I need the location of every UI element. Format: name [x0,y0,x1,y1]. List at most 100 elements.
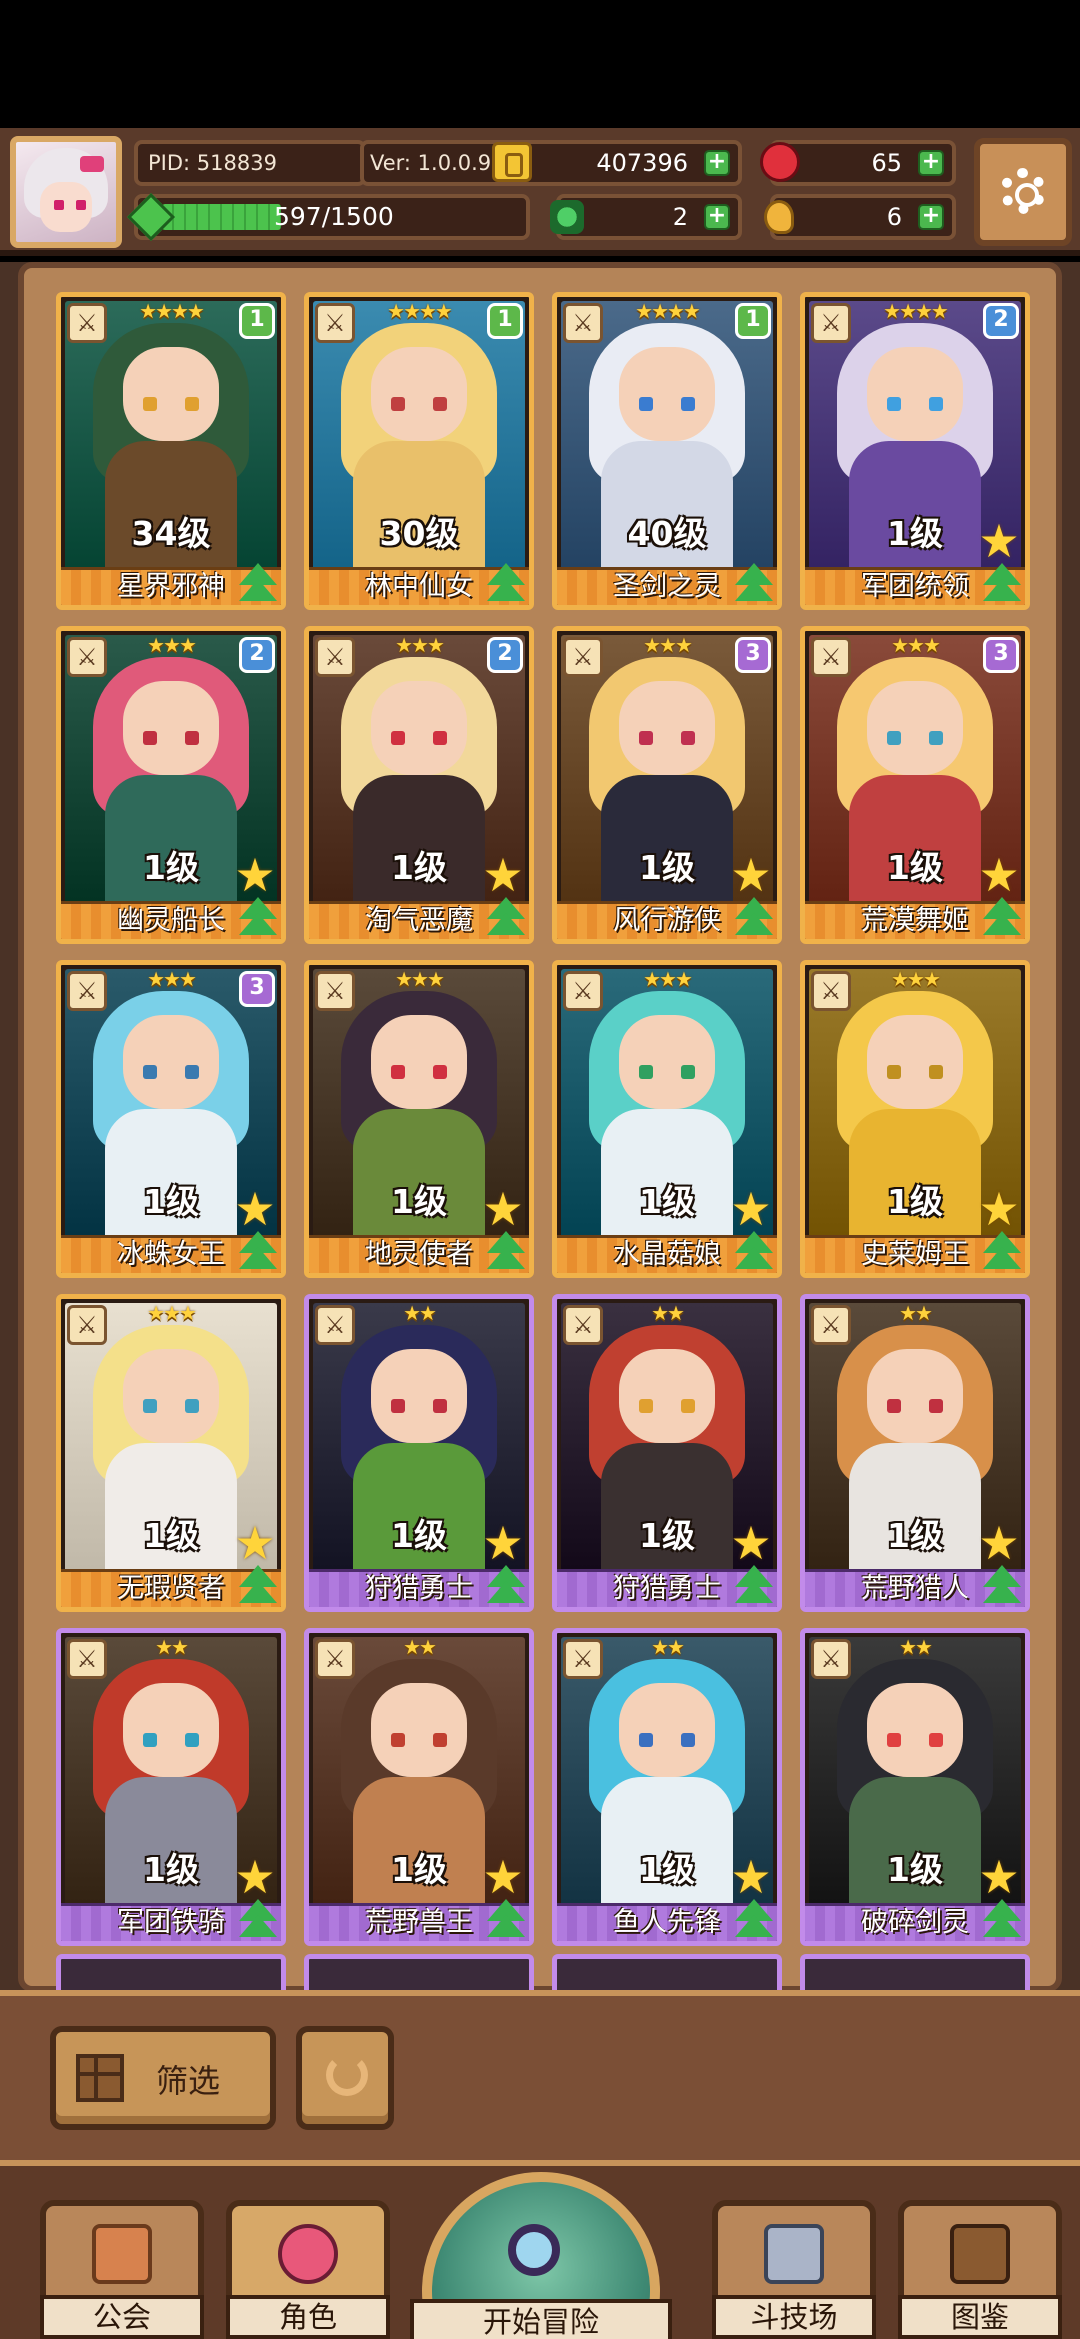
clover-icon [550,200,584,234]
rarity-stars: ★★★ [147,1301,197,1325]
character-card[interactable]: ⚔ ★★ 1级 ★ 破碎剑灵 [800,1628,1030,1946]
star-upgrade-icon: ★ [978,1516,1020,1570]
level-up-arrow-icon [485,1565,527,1605]
star-upgrade-icon: ★ [730,1182,772,1236]
character-card[interactable]: ⚔ ★★★★ 1 30级 林中仙女 [304,292,534,610]
nav-character[interactable]: 角色 [226,2200,390,2339]
rank-badge: 3 [735,637,771,673]
rarity-stars: ★★★★ [883,299,949,323]
star-upgrade-icon: ★ [730,1850,772,1904]
class-type-icon: ⚔ [67,637,107,677]
rarity-stars: ★★ [403,1635,437,1659]
class-type-icon: ⚔ [67,1639,107,1679]
level-up-arrow-icon [981,563,1023,603]
rarity-stars: ★★ [155,1635,189,1659]
nav-codex[interactable]: 图鉴 [898,2200,1062,2339]
add-clover-button[interactable]: + [704,204,730,230]
star-upgrade-icon: ★ [978,1182,1020,1236]
character-card[interactable]: ⚔ ★★★ 1级 ★ 地灵使者 [304,960,534,1278]
player-id: PID: 518839 [134,140,366,186]
class-type-icon: ⚔ [811,303,851,343]
rarity-stars: ★★★★ [387,299,453,323]
character-card[interactable]: ⚔ ★★★★ 2 1级 ★ 军团统领 [800,292,1030,610]
rank-badge: 2 [487,637,523,673]
nav-adventure-label: 开始冒险 [410,2299,672,2339]
class-type-icon: ⚔ [315,1639,355,1679]
character-level: 30级 [379,514,459,553]
rarity-stars: ★★ [899,1301,933,1325]
star-upgrade-icon: ★ [234,848,276,902]
level-up-arrow-icon [485,897,527,937]
star-upgrade-icon: ★ [978,514,1020,568]
character-card[interactable]: ⚔ ★★ 1级 ★ 狩猎勇士 [552,1294,782,1612]
rank-badge: 2 [983,303,1019,339]
add-food-button[interactable]: + [918,204,944,230]
top-header: PID: 518839 Ver: 1.0.0.9 407396 + 65 + 5… [0,128,1080,256]
class-type-icon: ⚔ [563,637,603,677]
nav-arena-label: 斗技场 [712,2295,876,2339]
class-type-icon: ⚔ [315,303,355,343]
rarity-stars: ★★ [899,1635,933,1659]
class-type-icon: ⚔ [315,971,355,1011]
star-upgrade-icon: ★ [234,1182,276,1236]
star-upgrade-icon: ★ [482,1850,524,1904]
character-card[interactable]: ⚔ ★★★ 3 1级 ★ 冰蛛女王 [56,960,286,1278]
star-upgrade-icon: ★ [730,1516,772,1570]
character-card[interactable]: ⚔ ★★★ 1级 ★ 史莱姆王 [800,960,1030,1278]
character-card[interactable]: ⚔ ★★★ 1级 ★ 水晶菇娘 [552,960,782,1278]
level-up-arrow-icon [981,1899,1023,1939]
character-grid-frame[interactable]: ⚔ ★★★★ 1 34级 星界邪神 ⚔ ★★★★ 1 30级 林中仙女 ⚔ ★★★★ 1 40级 圣剑之灵 ⚔… [18,262,1062,1992]
nav-start-adventure[interactable]: 开始冒险 [410,2166,672,2339]
nav-guild[interactable]: 公会 [40,2200,204,2339]
class-type-icon: ⚔ [67,303,107,343]
food-counter: 6 + [764,194,956,240]
rarity-stars: ★★★★ [635,299,701,323]
level-up-arrow-icon [733,1231,775,1271]
crossed-swords-icon [764,2224,824,2284]
level-up-arrow-icon [733,897,775,937]
character-card[interactable]: ⚔ ★★ 1级 ★ 狩猎勇士 [304,1294,534,1612]
filter-bar: 筛选 [0,1990,1080,2160]
star-upgrade-icon: ★ [482,848,524,902]
character-card[interactable]: ⚔ ★★ 1级 ★ 军团铁骑 [56,1628,286,1946]
class-type-icon: ⚔ [811,1305,851,1345]
character-card[interactable]: ⚔ ★★★ 1级 ★ 无瑕贤者 [56,1294,286,1612]
star-upgrade-icon: ★ [234,1850,276,1904]
xp-bar: 597/1500 [134,194,530,240]
class-type-icon: ⚔ [563,1639,603,1679]
character-card[interactable]: ⚔ ★★★ 2 1级 ★ 幽灵船长 [56,626,286,944]
nav-guild-label: 公会 [40,2295,204,2339]
filter-button[interactable]: 筛选 [50,2026,276,2130]
player-avatar[interactable] [10,136,122,248]
character-card[interactable]: ⚔ ★★ 1级 ★ 荒野兽王 [304,1628,534,1946]
star-upgrade-icon: ★ [482,1516,524,1570]
rarity-stars: ★★★ [643,967,693,991]
rank-badge: 2 [239,637,275,673]
character-card[interactable]: ⚔ ★★ 1级 ★ 荒野猎人 [800,1294,1030,1612]
class-type-icon: ⚔ [67,971,107,1011]
star-upgrade-icon: ★ [234,1516,276,1570]
character-card[interactable]: ⚔ ★★★ 3 1级 ★ 风行游侠 [552,626,782,944]
character-card[interactable]: ⚔ ★★★ 2 1级 ★ 淘气恶魔 [304,626,534,944]
star-upgrade-icon: ★ [978,1850,1020,1904]
rank-badge: 1 [735,303,771,339]
refresh-button[interactable] [296,2026,394,2130]
character-card[interactable]: ⚔ ★★★ 3 1级 ★ 荒漠舞姬 [800,626,1030,944]
character-card[interactable]: ⚔ ★★ 1级 ★ 鱼人先锋 [552,1628,782,1946]
gold-counter: 407396 + [492,140,742,186]
character-panel: ⚔ ★★★★ 1 34级 星界邪神 ⚔ ★★★★ 1 30级 林中仙女 ⚔ ★★★★ 1 40级 圣剑之灵 ⚔… [0,262,1080,1992]
level-up-arrow-icon [237,1565,279,1605]
level-up-arrow-icon [485,1231,527,1271]
level-up-arrow-icon [981,897,1023,937]
add-gem-button[interactable]: + [918,150,944,176]
settings-button[interactable] [974,138,1072,246]
nav-codex-label: 图鉴 [898,2295,1062,2339]
add-gold-button[interactable]: + [704,150,730,176]
level-up-arrow-icon [237,563,279,603]
nav-character-label: 角色 [226,2295,390,2339]
nav-arena[interactable]: 斗技场 [712,2200,876,2339]
character-card[interactable]: ⚔ ★★★★ 1 40级 圣剑之灵 [552,292,782,610]
rarity-stars: ★★ [403,1301,437,1325]
character-card[interactable]: ⚔ ★★★★ 1 34级 星界邪神 [56,292,286,610]
gold-value: 407396 [596,149,688,177]
